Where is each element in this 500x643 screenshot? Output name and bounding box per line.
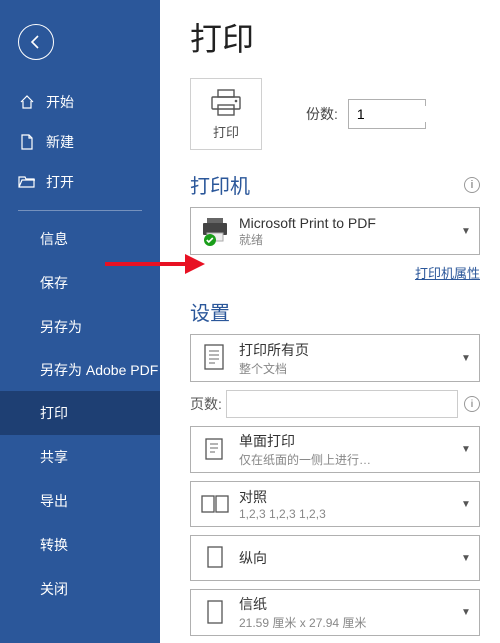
copies-input[interactable] bbox=[349, 106, 500, 122]
info-icon[interactable]: i bbox=[464, 396, 480, 412]
sidebar-item-label: 开始 bbox=[46, 92, 74, 112]
chevron-down-icon: ▼ bbox=[459, 353, 473, 364]
chevron-down-icon: ▼ bbox=[459, 499, 473, 510]
dropdown-text: 信纸 21.59 厘米 x 27.94 厘米 bbox=[233, 594, 459, 631]
dropdown-text: 对照 1,2,3 1,2,3 1,2,3 bbox=[233, 487, 459, 521]
copies-spinner[interactable]: ▲ ▼ bbox=[348, 99, 426, 129]
pages-range-input[interactable] bbox=[226, 390, 458, 418]
sidebar-item-transform[interactable]: 转换 bbox=[0, 523, 160, 567]
sidebar-item-print[interactable]: 打印 bbox=[0, 391, 160, 435]
print-button[interactable]: 打印 bbox=[190, 78, 262, 150]
sidebar-item-open[interactable]: 打开 bbox=[0, 162, 160, 202]
paper-icon bbox=[197, 595, 233, 631]
printer-properties-link[interactable]: 打印机属性 bbox=[415, 266, 480, 281]
printer-ready-icon bbox=[197, 213, 233, 249]
print-panel: 打印 打印 份数: ▲ ▼ 打印机 i Microsoft Print to P… bbox=[160, 0, 500, 643]
copies-label: 份数: bbox=[306, 104, 338, 124]
section-label-text: 设置 bbox=[190, 297, 230, 326]
sidebar-item-home[interactable]: 开始 bbox=[0, 82, 160, 122]
dropdown-sub: 仅在纸面的一侧上进行… bbox=[239, 451, 459, 468]
one-side-icon bbox=[197, 432, 233, 468]
dropdown-sub: 整个文档 bbox=[239, 360, 459, 377]
sidebar-item-label: 新建 bbox=[46, 132, 74, 152]
portrait-icon bbox=[197, 540, 233, 576]
printer-dropdown[interactable]: Microsoft Print to PDF 就绪 ▼ bbox=[190, 207, 480, 255]
sidebar-item-label: 另存为 Adobe PDF bbox=[40, 362, 158, 378]
sidebar-item-label: 转换 bbox=[40, 537, 68, 553]
sidebar-item-label: 另存为 bbox=[40, 319, 82, 335]
chevron-down-icon: ▼ bbox=[459, 226, 473, 237]
chevron-down-icon: ▼ bbox=[459, 553, 473, 564]
sidebar-item-saveas-pdf[interactable]: 另存为 Adobe PDF bbox=[0, 349, 160, 391]
dropdown-text: 打印所有页 整个文档 bbox=[233, 340, 459, 377]
collate-icon bbox=[197, 486, 233, 522]
sidebar-item-info[interactable]: 信息 bbox=[0, 217, 160, 261]
back-button[interactable] bbox=[18, 24, 54, 60]
sidebar-item-export[interactable]: 导出 bbox=[0, 479, 160, 523]
sidebar-item-save[interactable]: 保存 bbox=[0, 261, 160, 305]
copies-control: 份数: ▲ ▼ bbox=[306, 99, 426, 129]
pages-range-row: 页数: i bbox=[190, 390, 480, 418]
dropdown-main: 单面打印 bbox=[239, 431, 459, 451]
dropdown-main: 纵向 bbox=[239, 548, 459, 568]
page-title: 打印 bbox=[190, 14, 500, 60]
dropdown-sub: 21.59 厘米 x 27.94 厘米 bbox=[239, 614, 459, 631]
sidebar-item-label: 打开 bbox=[46, 172, 74, 192]
sidebar-item-share[interactable]: 共享 bbox=[0, 435, 160, 479]
sidebar-item-label: 导出 bbox=[40, 493, 68, 509]
dropdown-sub: 1,2,3 1,2,3 1,2,3 bbox=[239, 507, 459, 521]
dropdown-main: 对照 bbox=[239, 487, 459, 507]
pages-icon bbox=[197, 340, 233, 376]
collate-dropdown[interactable]: 对照 1,2,3 1,2,3 1,2,3 ▼ bbox=[190, 481, 480, 527]
dropdown-text: 单面打印 仅在纸面的一侧上进行… bbox=[233, 431, 459, 468]
print-button-label: 打印 bbox=[213, 122, 239, 141]
printer-icon bbox=[209, 88, 243, 118]
chevron-down-icon: ▼ bbox=[459, 444, 473, 455]
settings-section-title: 设置 bbox=[190, 297, 500, 326]
info-icon[interactable]: i bbox=[464, 177, 480, 193]
open-folder-icon bbox=[18, 173, 36, 191]
sidebar-item-saveas[interactable]: 另存为 bbox=[0, 305, 160, 349]
printer-section-title: 打印机 i bbox=[190, 170, 500, 199]
back-arrow-icon bbox=[27, 33, 45, 51]
sidebar-divider bbox=[18, 210, 142, 211]
sidebar-item-label: 信息 bbox=[40, 231, 68, 247]
sidebar-item-close[interactable]: 关闭 bbox=[0, 567, 160, 611]
dropdown-main: 打印所有页 bbox=[239, 340, 459, 360]
printer-text: Microsoft Print to PDF 就绪 bbox=[233, 215, 459, 248]
orientation-dropdown[interactable]: 纵向 ▼ bbox=[190, 535, 480, 581]
chevron-down-icon: ▼ bbox=[459, 607, 473, 618]
sidebar-item-label: 关闭 bbox=[40, 581, 68, 597]
paper-size-dropdown[interactable]: 信纸 21.59 厘米 x 27.94 厘米 ▼ bbox=[190, 589, 480, 636]
printer-name: Microsoft Print to PDF bbox=[239, 215, 459, 231]
printer-properties-link-wrap: 打印机属性 bbox=[190, 263, 480, 283]
new-doc-icon bbox=[18, 133, 36, 151]
sides-dropdown[interactable]: 单面打印 仅在纸面的一侧上进行… ▼ bbox=[190, 426, 480, 473]
sidebar-item-label: 打印 bbox=[40, 405, 68, 421]
home-icon bbox=[18, 93, 36, 111]
section-label-text: 打印机 bbox=[190, 170, 250, 199]
sidebar-item-label: 共享 bbox=[40, 449, 68, 465]
dropdown-main: 信纸 bbox=[239, 594, 459, 614]
dropdown-text: 纵向 bbox=[233, 548, 459, 568]
printer-status: 就绪 bbox=[239, 231, 459, 248]
print-pages-dropdown[interactable]: 打印所有页 整个文档 ▼ bbox=[190, 334, 480, 382]
pages-range-label: 页数: bbox=[190, 394, 222, 414]
print-top-row: 打印 份数: ▲ ▼ bbox=[190, 78, 500, 150]
backstage-sidebar: 开始 新建 打开 信息 保存 另存为 另存为 Adobe PDF 打印 共享 导… bbox=[0, 0, 160, 643]
sidebar-item-new[interactable]: 新建 bbox=[0, 122, 160, 162]
sidebar-item-label: 保存 bbox=[40, 275, 68, 291]
